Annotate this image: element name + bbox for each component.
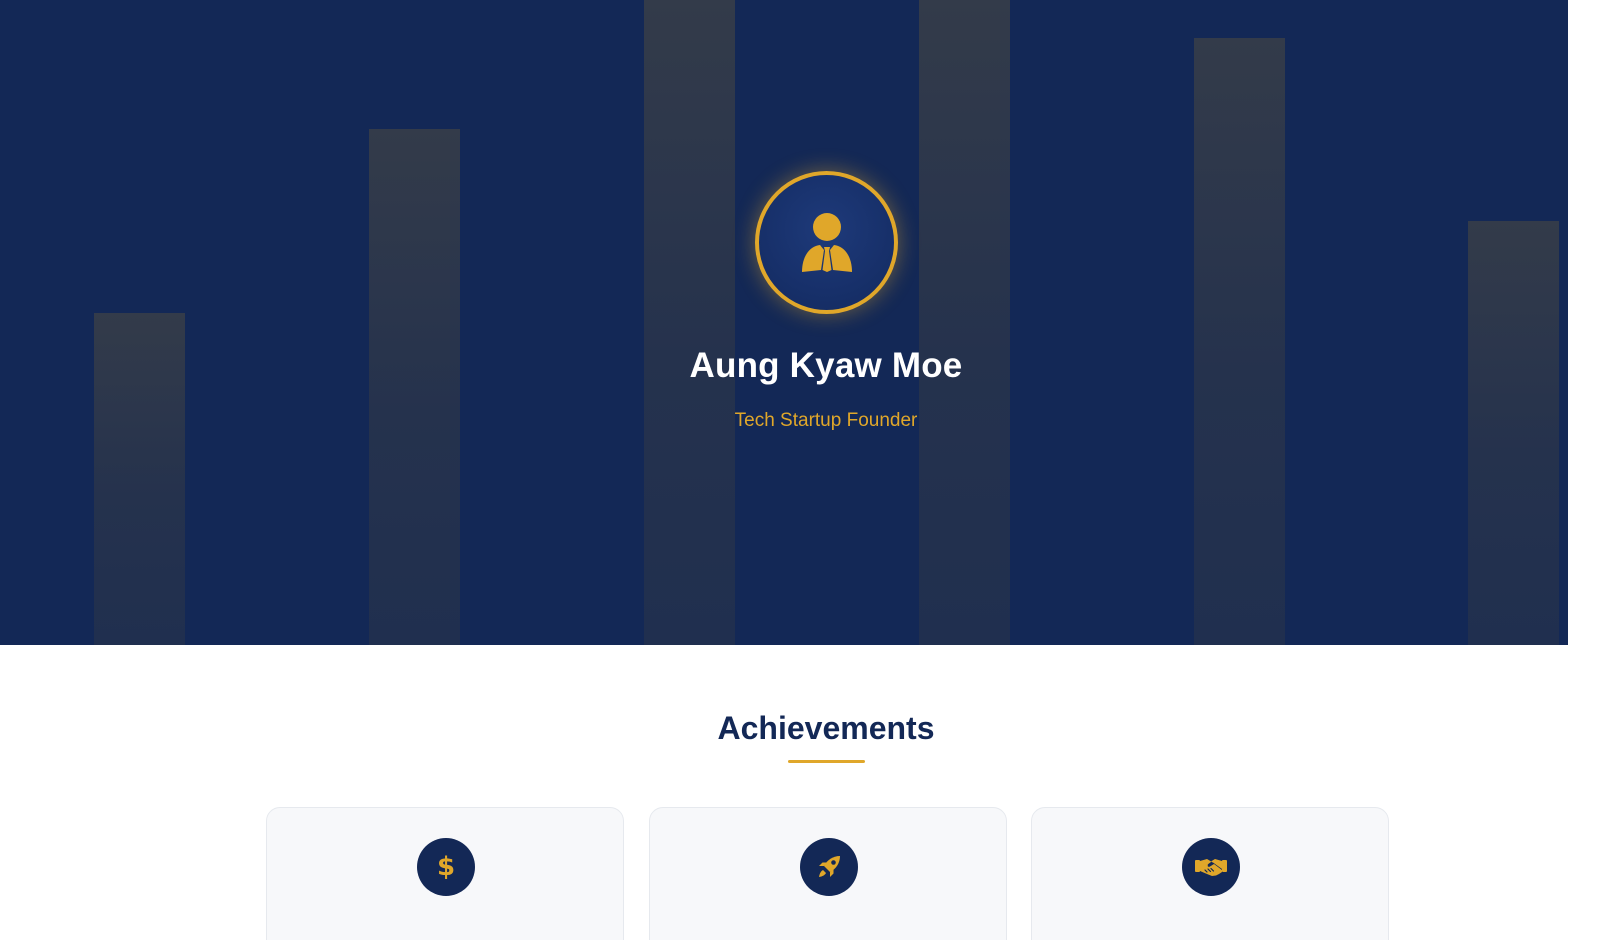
dollar-icon: $: [436, 852, 456, 882]
achievement-icon-badge: $: [417, 838, 475, 896]
background-bar: [1468, 221, 1559, 645]
avatar: [755, 171, 898, 314]
background-bar: [644, 0, 735, 645]
background-bar: [1194, 38, 1285, 645]
profile-page: Aung Kyaw Moe Tech Startup Founder Achie…: [0, 0, 1568, 940]
profile-name: Aung Kyaw Moe: [689, 346, 963, 385]
rocket-icon: [819, 856, 840, 877]
background-bar: [919, 0, 1010, 645]
achievement-icon-badge: [1182, 838, 1240, 896]
achievement-icon-badge: [800, 838, 858, 896]
user-tie-icon: [801, 212, 852, 272]
achievements-title: Achievements: [717, 710, 935, 746]
handshake-icon: [1195, 859, 1227, 876]
achievement-card-partnership: [1031, 807, 1389, 940]
profile-role: Tech Startup Founder: [734, 410, 918, 431]
hero-section: Aung Kyaw Moe Tech Startup Founder: [0, 0, 1568, 645]
background-bar: [369, 129, 460, 645]
achievement-card-launch: [649, 807, 1007, 940]
achievement-card-funding: $: [266, 807, 624, 940]
title-underline: [788, 760, 865, 763]
